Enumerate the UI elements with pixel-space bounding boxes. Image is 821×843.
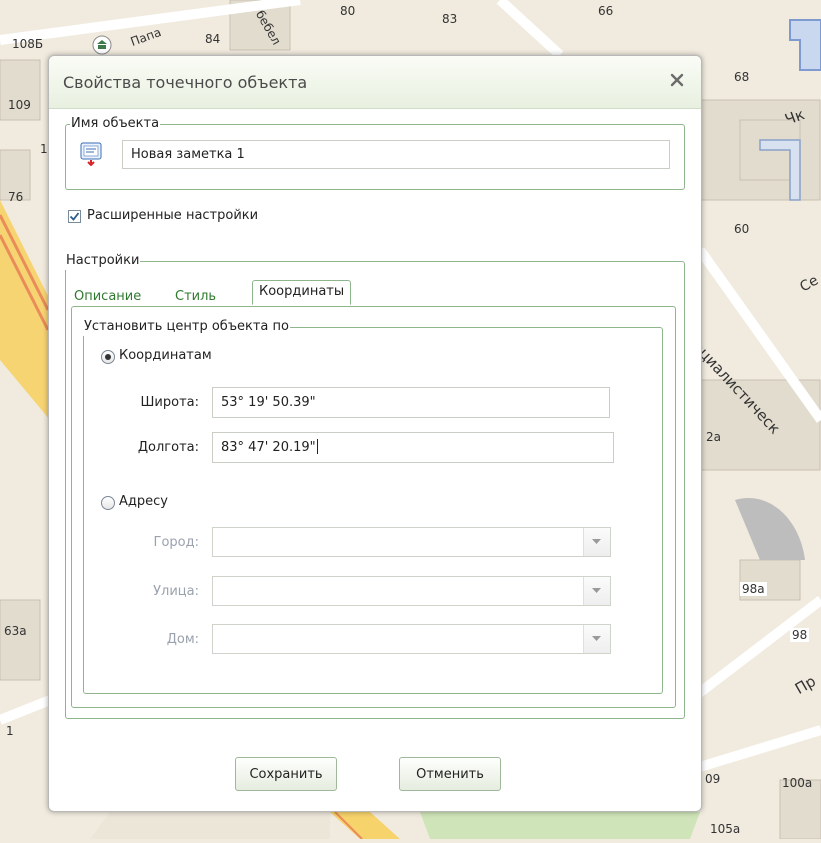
text-cursor	[316, 439, 318, 454]
tab-style[interactable]: Стиль	[175, 289, 216, 304]
house-dropdown-button[interactable]	[583, 625, 610, 653]
map-label: 98а	[740, 582, 767, 596]
object-name-legend: Имя объекта	[70, 115, 161, 133]
city-label: Город:	[153, 535, 199, 550]
latitude-input[interactable]	[212, 387, 610, 418]
map-label: 83	[442, 12, 458, 26]
save-button[interactable]: Сохранить	[235, 757, 337, 791]
object-properties-dialog: Свойства точечного объекта Имя объекта Р…	[48, 55, 702, 812]
coordinates-radio[interactable]	[101, 350, 115, 364]
coordinates-tab-panel: Установить центр объекта по Координатам …	[71, 306, 676, 708]
advanced-settings-checkbox[interactable]	[68, 210, 81, 223]
longitude-input[interactable]: 83° 47' 20.19"	[212, 432, 614, 463]
map-label: 84	[205, 32, 221, 46]
tab-description[interactable]: Описание	[74, 289, 141, 304]
object-name-input[interactable]	[122, 140, 670, 169]
note-icon[interactable]	[80, 142, 102, 166]
coordinates-radio-label[interactable]: Координатам	[119, 348, 212, 363]
map-label: 109	[8, 98, 31, 112]
object-center-legend: Установить центр объекта по	[83, 318, 290, 336]
chevron-down-icon	[592, 636, 601, 641]
city-dropdown-button[interactable]	[583, 528, 610, 556]
map-label: 100а	[782, 776, 813, 790]
map-label: 98	[790, 628, 810, 642]
close-icon[interactable]	[667, 70, 687, 90]
map-label: 76	[8, 190, 24, 204]
object-name-group: Имя объекта	[65, 115, 685, 190]
dialog-title: Свойства точечного объекта	[63, 73, 308, 92]
latitude-label: Широта:	[140, 395, 199, 410]
city-select[interactable]	[212, 527, 611, 557]
map-label: 80	[340, 4, 356, 18]
chevron-down-icon	[592, 588, 601, 593]
map-label: 2а	[706, 430, 721, 444]
dialog-titlebar[interactable]: Свойства точечного объекта	[49, 56, 701, 109]
tab-coordinates[interactable]: Координаты	[252, 280, 352, 305]
settings-group: Настройки Описание Стиль Координаты Уста…	[65, 252, 685, 719]
street-dropdown-button[interactable]	[583, 577, 610, 605]
cancel-button[interactable]: Отменить	[399, 757, 501, 791]
map-label: 105а	[710, 822, 741, 836]
longitude-value: 83° 47' 20.19"	[221, 440, 316, 455]
longitude-label: Долгота:	[137, 440, 199, 455]
object-center-group: Установить центр объекта по Координатам …	[83, 318, 663, 694]
map-label: 68	[734, 70, 750, 84]
house-select[interactable]	[212, 624, 611, 654]
advanced-settings-label[interactable]: Расширенные настройки	[87, 208, 258, 223]
settings-legend: Настройки	[65, 252, 141, 270]
street-select[interactable]	[212, 576, 611, 606]
map-label: 63а	[4, 624, 27, 638]
street-label: Улица:	[153, 584, 199, 599]
map-label: 09	[705, 772, 721, 786]
address-radio[interactable]	[101, 496, 115, 510]
map-label: 66	[598, 4, 614, 18]
museum-icon[interactable]	[92, 35, 112, 55]
checkmark-icon	[69, 212, 80, 221]
chevron-down-icon	[592, 539, 601, 544]
map-label: 60	[734, 222, 750, 236]
map-label: 108Б	[12, 37, 44, 51]
house-label: Дом:	[166, 632, 199, 647]
map-label: 1	[6, 724, 14, 738]
address-radio-label[interactable]: Адресу	[119, 494, 168, 509]
